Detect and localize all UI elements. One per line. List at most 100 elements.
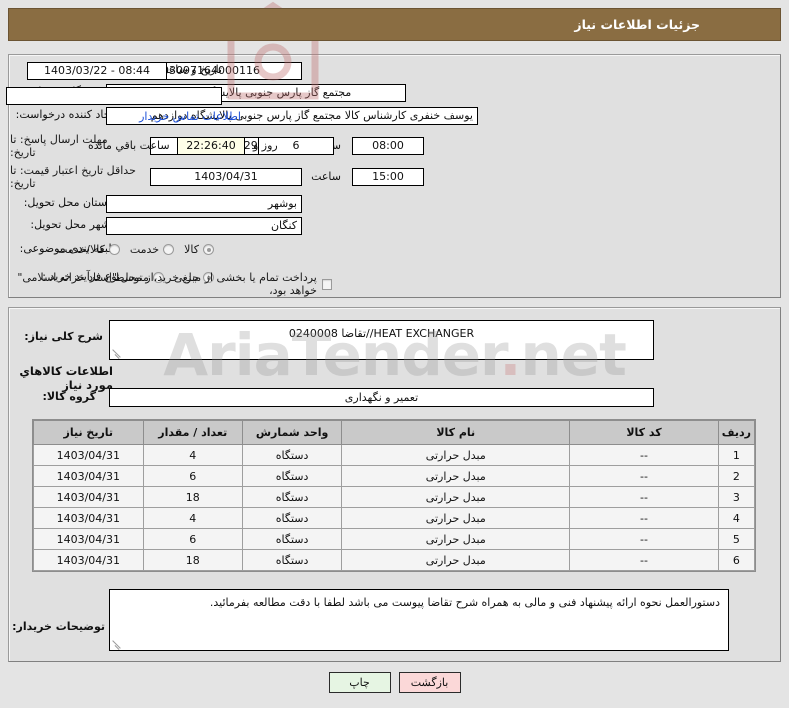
radio-subject-kala-khedmat-label: کالا/خدمت <box>57 243 105 256</box>
goods-group-field[interactable]: تعمیر و نگهداری <box>109 388 654 407</box>
textarea-resize-grip[interactable] <box>112 348 122 358</box>
delivery-province-label: استان محل تحویل: <box>23 196 110 209</box>
radio-subject-khedmat-label: خدمت <box>129 243 160 256</box>
delivery-city-label: شهر محل تحویل: <box>30 218 110 231</box>
cell-radif: 6 <box>717 549 756 571</box>
radio-subject-kala-khedmat[interactable] <box>108 244 120 255</box>
back-button[interactable]: بازگشت <box>398 672 461 693</box>
page-title: جزئیات اطلاعات نیاز <box>574 17 700 32</box>
cell-code: -- <box>569 444 719 466</box>
goods-group-label: گروه کالا: <box>42 390 96 403</box>
cell-radif: 1 <box>717 444 756 466</box>
need-summary-label: شرح کلی نیاز: <box>24 330 103 343</box>
table-body: 1 -- مبدل حرارتی دستگاه 4 1403/04/31 2 -… <box>33 444 756 571</box>
cell-date: 1403/04/31 <box>33 486 144 508</box>
goods-table-wrapper: ردیف کد کالا نام کالا واحد شمارش تعداد /… <box>32 419 756 572</box>
countdown-timer-label: ساعت باقي مانده <box>88 139 170 152</box>
cell-qty: 4 <box>142 444 243 466</box>
cell-code: -- <box>569 507 719 529</box>
requester-label-wrap: ایجاد کننده درخواست: <box>12 108 117 121</box>
cell-unit: دستگاه <box>241 549 343 571</box>
requester-label: ایجاد کننده درخواست: <box>15 108 117 121</box>
goods-group-label-wrap: گروه کالا: <box>38 390 96 403</box>
cell-unit: دستگاه <box>241 465 343 487</box>
cell-name: مبدل حرارتی <box>341 507 571 529</box>
cell-unit: دستگاه <box>241 444 343 466</box>
table-row: 3 -- مبدل حرارتی دستگاه 18 1403/04/31 <box>33 486 756 508</box>
page-root: جزئیات اطلاعات نیاز شماره نیاز: 11030971… <box>0 0 789 708</box>
cell-qty: 6 <box>142 528 243 550</box>
table-row: 2 -- مبدل حرارتی دستگاه 6 1403/04/31 <box>33 465 756 487</box>
table-row: 5 -- مبدل حرارتی دستگاه 6 1403/04/31 <box>33 528 756 550</box>
table-row: 1 -- مبدل حرارتی دستگاه 4 1403/04/31 <box>33 444 756 466</box>
delivery-province-field[interactable]: بوشهر <box>106 195 302 213</box>
subject-category-radio-group[interactable]: کالا خدمت کالا/خدمت <box>47 243 214 256</box>
goods-info-heading: اطلاعات کالاهاي مورد نیاز <box>19 364 113 392</box>
page-header-bar: جزئیات اطلاعات نیاز <box>8 8 781 41</box>
cell-qty: 4 <box>142 507 243 529</box>
radio-subject-khedmat[interactable] <box>163 244 175 255</box>
response-deadline-label-line2: تاریخ: <box>10 146 36 159</box>
buyer-notes-text: دستورالعمل نحوه ارائه پیشنهاد فنی و مالی… <box>209 596 720 609</box>
cell-date: 1403/04/31 <box>33 528 144 550</box>
cell-date: 1403/04/31 <box>33 444 144 466</box>
cell-code: -- <box>569 549 719 571</box>
cell-qty: 6 <box>142 465 243 487</box>
cell-unit: دستگاه <box>241 507 343 529</box>
cell-radif: 2 <box>717 465 756 487</box>
table-header-name: نام کالا <box>341 420 571 445</box>
need-summary-text: HEAT EXCHANGER//تقاضا 0240008 <box>288 327 475 340</box>
need-summary-textarea[interactable]: HEAT EXCHANGER//تقاضا 0240008 <box>109 320 654 360</box>
buyer-notes-resize-grip[interactable] <box>112 639 122 649</box>
cell-name: مبدل حرارتی <box>341 486 571 508</box>
treasury-checkbox-label: پرداخت تمام یا بخشی از مبلغ خرید،از محل … <box>17 271 317 297</box>
cell-unit: دستگاه <box>241 528 343 550</box>
cell-date: 1403/04/31 <box>33 507 144 529</box>
cell-radif: 4 <box>717 507 756 529</box>
cell-code: -- <box>569 486 719 508</box>
cell-name: مبدل حرارتی <box>341 465 571 487</box>
table-row: 4 -- مبدل حرارتی دستگاه 4 1403/04/31 <box>33 507 756 529</box>
extra-empty-field[interactable] <box>6 87 222 105</box>
footer-button-bar: بازگشت چاپ <box>0 672 789 693</box>
buyer-notes-label-wrap: توضیحات خریدار: <box>8 620 105 633</box>
cell-name: مبدل حرارتی <box>341 444 571 466</box>
delivery-city-label-wrap: شهر محل تحویل: <box>26 218 110 231</box>
announce-date-field[interactable]: 1403/03/22 - 08:44 <box>27 62 167 80</box>
table-row: 6 -- مبدل حرارتی دستگاه 18 1403/04/31 <box>33 549 756 571</box>
price-validity-label: حداقل تاریخ اعتبار قیمت: تا تاریخ: <box>10 164 170 190</box>
print-button[interactable]: چاپ <box>328 672 391 693</box>
buyer-contact-link[interactable]: اطلاعات تماس خریدار <box>139 110 241 123</box>
treasury-checkbox[interactable] <box>321 278 332 290</box>
buyer-notes-label: توضیحات خریدار: <box>12 620 105 633</box>
cell-code: -- <box>569 528 719 550</box>
cell-code: -- <box>569 465 719 487</box>
price-validity-time-label: ساعت <box>311 170 341 183</box>
radio-subject-kala[interactable] <box>203 244 214 255</box>
table-header-code: کد کالا <box>569 420 719 445</box>
radio-subject-kala-label: کالا <box>184 243 199 256</box>
goods-table: ردیف کد کالا نام کالا واحد شمارش تعداد /… <box>33 420 756 571</box>
buyer-notes-textarea[interactable]: دستورالعمل نحوه ارائه پیشنهاد فنی و مالی… <box>109 589 729 651</box>
cell-date: 1403/04/31 <box>33 549 144 571</box>
cell-date: 1403/04/31 <box>33 465 144 487</box>
price-validity-time-field[interactable]: 15:00 <box>352 168 424 186</box>
price-validity-label-line1: حداقل تاریخ اعتبار قیمت: تا <box>10 164 136 177</box>
cell-qty: 18 <box>142 549 243 571</box>
table-header-qty: تعداد / مقدار <box>142 420 243 445</box>
cell-name: مبدل حرارتی <box>341 528 571 550</box>
price-validity-date-field[interactable]: 1403/04/31 <box>150 168 302 186</box>
table-header-unit: واحد شمارش <box>241 420 343 445</box>
need-summary-label-wrap: شرح کلی نیاز: <box>20 330 103 343</box>
response-deadline-time-field[interactable]: 08:00 <box>352 137 424 155</box>
cell-unit: دستگاه <box>241 486 343 508</box>
price-validity-label-line2: تاریخ: <box>10 177 36 190</box>
cell-qty: 18 <box>142 486 243 508</box>
days-remaining-label: روز و <box>253 139 278 152</box>
table-header-row: ردیف کد کالا نام کالا واحد شمارش تعداد /… <box>33 420 756 445</box>
cell-name: مبدل حرارتی <box>341 549 571 571</box>
treasury-checkbox-group[interactable]: پرداخت تمام یا بخشی از مبلغ خرید،از محل … <box>0 271 332 297</box>
countdown-timer-field: 22:26:40 <box>177 137 245 155</box>
delivery-city-field[interactable]: کنگان <box>106 217 302 235</box>
table-header-date: تاریخ نیاز <box>33 420 144 445</box>
